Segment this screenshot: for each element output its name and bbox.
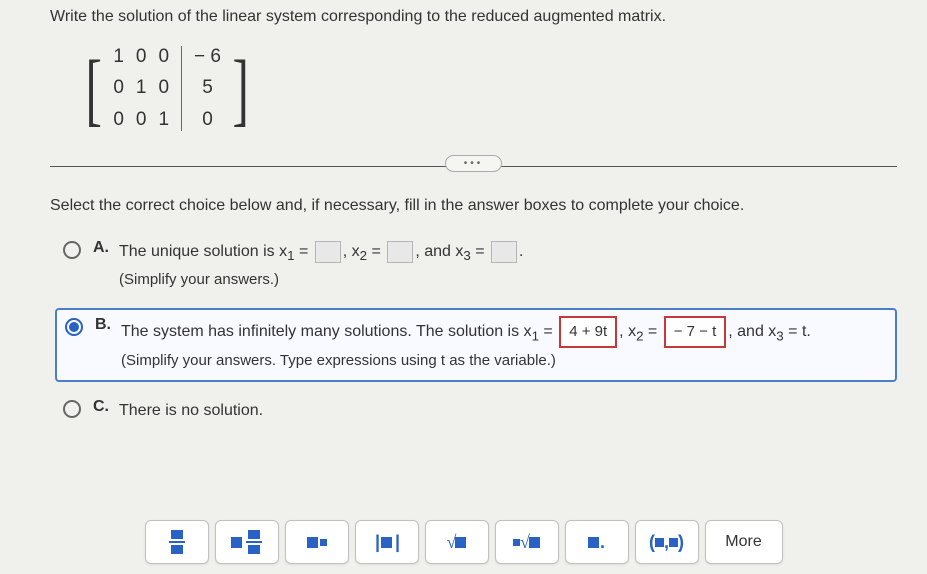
matrix-col-1: 100: [107, 41, 130, 136]
choice-b-input-x2[interactable]: − 7 − t: [664, 316, 727, 348]
choice-a-text-1: The unique solution is x: [119, 243, 287, 260]
choice-c[interactable]: C. There is no solution.: [55, 392, 897, 430]
bracket-left-icon: [: [85, 54, 101, 124]
tool-decimal[interactable]: .: [565, 520, 629, 564]
choice-b-text-2: , x: [619, 323, 636, 340]
choice-c-text: There is no solution.: [119, 398, 263, 424]
tool-more[interactable]: More: [705, 520, 783, 564]
choice-a-text-3: , and x: [415, 243, 463, 260]
choice-b-text-1: The system has infinitely many solutions…: [121, 323, 532, 340]
choice-b-x3: = t.: [784, 323, 811, 340]
matrix-col-2: 010: [130, 41, 153, 136]
choice-a[interactable]: A. The unique solution is x1 = , x2 = , …: [55, 233, 897, 298]
radio-b[interactable]: [65, 318, 83, 336]
choice-a-input-x2[interactable]: [387, 241, 413, 263]
tool-sqrt[interactable]: √: [425, 520, 489, 564]
expand-button[interactable]: •••: [445, 155, 503, 172]
choice-b-hint: (Simplify your answers. Type expressions…: [121, 352, 556, 369]
matrix-col-3: 001: [152, 41, 175, 136]
choice-b-text-3: , and x: [728, 323, 776, 340]
choice-b-input-x1[interactable]: 4 + 9t: [559, 316, 617, 348]
tool-exponent[interactable]: [285, 520, 349, 564]
matrix-col-aug: − 650: [188, 41, 227, 136]
radio-a[interactable]: [63, 241, 81, 259]
choice-a-hint: (Simplify your answers.): [119, 271, 279, 288]
choice-c-letter: C.: [93, 398, 109, 416]
bracket-right-icon: ]: [232, 54, 248, 124]
choice-a-input-x3[interactable]: [491, 241, 517, 263]
tool-absolute-value[interactable]: | |: [355, 520, 419, 564]
choice-a-input-x1[interactable]: [315, 241, 341, 263]
tool-ordered-pair[interactable]: (,): [635, 520, 699, 564]
choice-b[interactable]: B. The system has infinitely many soluti…: [55, 308, 897, 382]
choice-a-letter: A.: [93, 239, 109, 257]
tool-nth-root[interactable]: √: [495, 520, 559, 564]
choice-a-text-2: , x: [343, 243, 360, 260]
tool-mixed-fraction[interactable]: [215, 520, 279, 564]
augmented-matrix: [ 100 010 001 − 650 ]: [80, 41, 254, 136]
choice-b-letter: B.: [95, 316, 111, 334]
radio-c[interactable]: [63, 400, 81, 418]
instruction-text: Select the correct choice below and, if …: [50, 197, 897, 215]
tool-fraction[interactable]: [145, 520, 209, 564]
math-toolbar: | | √ √ . (,) More: [0, 520, 927, 564]
augment-divider: [181, 46, 182, 131]
question-text: Write the solution of the linear system …: [50, 8, 897, 26]
